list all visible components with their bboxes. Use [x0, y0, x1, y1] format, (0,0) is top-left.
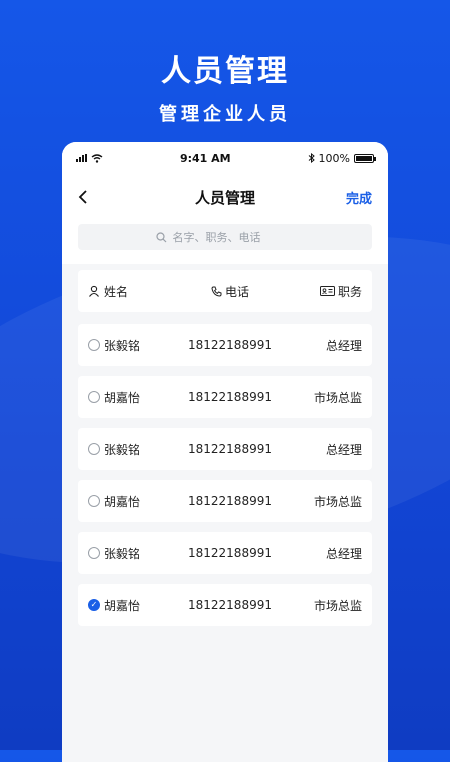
row-name-cell: 张毅铭	[88, 337, 178, 354]
row-phone: 18122188991	[188, 442, 272, 456]
row-phone: 18122188991	[188, 546, 272, 560]
header-phone-label: 电话	[224, 284, 249, 299]
bluetooth-icon	[308, 153, 315, 163]
radio-unchecked-icon[interactable]	[88, 339, 100, 351]
id-card-icon	[319, 286, 335, 296]
phone-icon	[211, 286, 222, 297]
table-row[interactable]: 胡嘉怡 18122188991 市场总监	[78, 480, 372, 522]
row-name-cell: ✓ 胡嘉怡	[88, 597, 178, 614]
header-title-label: 职务	[337, 284, 362, 299]
table-row[interactable]: 张毅铭 18122188991 总经理	[78, 324, 372, 366]
row-name: 胡嘉怡	[104, 598, 141, 613]
status-right: 100%	[308, 151, 376, 165]
row-title: 市场总监	[313, 390, 362, 405]
table-row[interactable]: 胡嘉怡 18122188991 市场总监	[78, 376, 372, 418]
row-name: 张毅铭	[104, 442, 141, 457]
row-name: 胡嘉怡	[104, 390, 141, 405]
row-phone: 18122188991	[188, 390, 272, 404]
row-phone: 18122188991	[188, 598, 272, 612]
row-name: 胡嘉怡	[104, 494, 141, 509]
search-input[interactable]	[170, 229, 295, 245]
radio-unchecked-icon[interactable]	[88, 547, 100, 559]
person-icon	[89, 285, 99, 297]
header-name-label: 姓名	[104, 284, 129, 299]
page-title: 人员管理	[194, 188, 255, 207]
table-row[interactable]: ✓ 胡嘉怡 18122188991 市场总监	[78, 584, 372, 626]
signal-icon	[76, 154, 87, 162]
hero-subtitle: 管理企业人员	[159, 104, 291, 125]
row-phone: 18122188991	[188, 338, 272, 352]
search-icon	[155, 231, 166, 242]
row-title: 总经理	[325, 546, 362, 561]
hero-title: 人员管理	[161, 54, 289, 89]
status-bar: 9:41 AM 100%	[62, 142, 388, 174]
battery-icon	[353, 153, 376, 163]
done-button[interactable]: 完成	[346, 188, 372, 207]
battery-percent: 100%	[318, 151, 350, 165]
table-row[interactable]: 张毅铭 18122188991 总经理	[78, 532, 372, 574]
radio-unchecked-icon[interactable]	[88, 495, 100, 507]
table-header: 姓名 电话 职务	[78, 270, 372, 312]
row-name-cell: 胡嘉怡	[88, 389, 178, 406]
row-name-cell: 胡嘉怡	[88, 493, 178, 510]
nav-bar: 人员管理 完成	[62, 174, 388, 220]
radio-unchecked-icon[interactable]	[88, 391, 100, 403]
row-phone: 18122188991	[188, 494, 272, 508]
row-name-cell: 张毅铭	[88, 545, 178, 562]
row-title: 市场总监	[313, 494, 362, 509]
row-name-cell: 张毅铭	[88, 441, 178, 458]
chevron-left-icon[interactable]	[78, 185, 88, 209]
row-title: 总经理	[325, 338, 362, 353]
row-title: 市场总监	[313, 598, 362, 613]
wifi-icon	[91, 153, 103, 163]
row-name: 张毅铭	[104, 546, 141, 561]
status-left	[76, 153, 103, 163]
header-phone: 电话	[178, 283, 282, 300]
phone-frame: 9:41 AM 100% 人员管理 完成 名字、职务、电话 姓名 电话 职务 张…	[62, 142, 388, 762]
row-title: 总经理	[325, 442, 362, 457]
staff-list: 姓名 电话 职务 张毅铭 18122188991 总经理 胡嘉怡 1812218…	[62, 264, 388, 626]
status-time: 9:41 AM	[179, 151, 231, 165]
header-title: 职务	[282, 283, 362, 300]
header-name: 姓名	[88, 283, 178, 300]
search-box[interactable]	[78, 224, 372, 250]
radio-checked-icon[interactable]: ✓	[88, 599, 100, 611]
radio-unchecked-icon[interactable]	[88, 443, 100, 455]
row-name: 张毅铭	[104, 338, 141, 353]
table-row[interactable]: 张毅铭 18122188991 总经理	[78, 428, 372, 470]
search-section	[62, 220, 388, 264]
